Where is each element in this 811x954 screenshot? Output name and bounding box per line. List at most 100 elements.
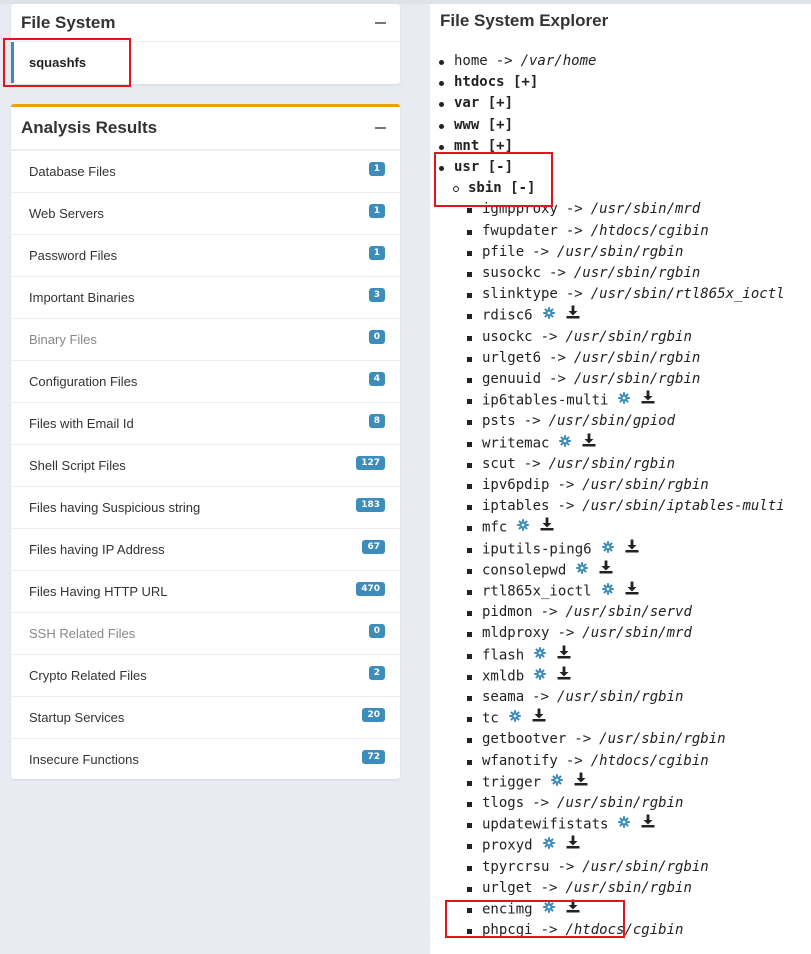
tree-file-item[interactable]: phpcgi -> /htdocs/cgibin — [467, 920, 683, 941]
tree-file-item[interactable]: iputils-ping6 — [467, 539, 639, 560]
collapse-icon[interactable] — [375, 21, 386, 24]
tree-file-item[interactable]: igmpproxy -> /usr/sbin/mrd — [467, 199, 700, 220]
tree-file-item[interactable]: urlget -> /usr/sbin/rgbin — [467, 878, 692, 899]
file-system-item-squashfs[interactable]: squashfs — [11, 42, 400, 83]
download-icon[interactable] — [532, 708, 546, 729]
bullet — [467, 696, 472, 701]
analysis-row[interactable]: Web Servers 1 — [11, 192, 400, 234]
tree-file-item[interactable]: iptables -> /usr/sbin/iptables-multi — [467, 496, 785, 517]
tree-file-item[interactable]: seama -> /usr/sbin/rgbin — [467, 687, 683, 708]
download-icon[interactable] — [574, 772, 588, 793]
tree-file-item[interactable]: updatewifistats — [467, 814, 655, 835]
gear-icon[interactable] — [542, 835, 555, 856]
tree-file-item[interactable]: rtl865x_ioctl — [467, 581, 639, 602]
analysis-row[interactable]: Files having Suspicious string 183 — [11, 486, 400, 528]
gear-icon[interactable] — [509, 708, 521, 729]
bullet — [467, 505, 472, 511]
analysis-row-label: Insecure Functions — [29, 752, 139, 767]
link-arrow: -> — [540, 879, 558, 896]
tree-file-item[interactable]: encimg — [467, 899, 580, 920]
analysis-row[interactable]: Crypto Related Files 2 — [11, 654, 400, 696]
analysis-row[interactable]: Insecure Functions 72 — [11, 738, 400, 780]
analysis-row[interactable]: Important Binaries 3 — [11, 276, 400, 318]
count-badge: 470 — [356, 581, 385, 596]
analysis-row[interactable]: Files with Email Id 8 — [11, 402, 400, 444]
collapse-icon[interactable] — [375, 127, 386, 129]
download-icon[interactable] — [557, 645, 571, 666]
download-icon[interactable] — [566, 899, 580, 920]
tree-dir-item[interactable]: usr [-] — [439, 157, 513, 178]
link-target: /usr/sbin/iptables-multi — [582, 498, 785, 515]
download-icon[interactable] — [566, 305, 580, 326]
tree-dir-item[interactable]: www [+] — [439, 115, 513, 136]
analysis-row[interactable]: Binary Files 0 — [11, 318, 400, 360]
link-target: /usr/sbin/servd — [565, 604, 692, 621]
tree-file-item[interactable]: scut -> /usr/sbin/rgbin — [467, 454, 675, 475]
link-target: /usr/sbin/rgbin — [573, 349, 701, 366]
gear-icon[interactable] — [601, 539, 614, 560]
tree-file-item[interactable]: pidmon -> /usr/sbin/servd — [467, 602, 692, 623]
tree-file-item[interactable]: xmldb — [467, 666, 571, 687]
gear-icon[interactable] — [551, 772, 563, 793]
analysis-row-label: Important Binaries — [29, 290, 135, 305]
analysis-row[interactable]: Configuration Files 4 — [11, 360, 400, 402]
tree-file-item[interactable]: rdisc6 — [467, 305, 580, 326]
download-icon[interactable] — [625, 581, 639, 602]
tree-file-item[interactable]: consolepwd — [467, 560, 613, 581]
tree-file-item[interactable]: tpyrcrsu -> /usr/sbin/rgbin — [467, 857, 709, 878]
analysis-row[interactable]: Password Files 1 — [11, 234, 400, 276]
tree-file-item[interactable]: usockc -> /usr/sbin/rgbin — [467, 327, 692, 348]
gear-icon[interactable] — [517, 517, 530, 538]
analysis-row[interactable]: Files Having HTTP URL 470 — [11, 570, 400, 612]
tree-file-item[interactable]: pfile -> /usr/sbin/rgbin — [467, 242, 683, 263]
download-icon[interactable] — [599, 560, 613, 581]
tree-file-item[interactable]: susockc -> /usr/sbin/rgbin — [467, 263, 700, 284]
tree-file-item[interactable]: getbootver -> /usr/sbin/rgbin — [467, 729, 726, 750]
gear-icon[interactable] — [576, 560, 589, 581]
gear-icon[interactable] — [618, 390, 631, 411]
tree-dir-item[interactable]: mnt [+] — [439, 136, 513, 157]
tree-file-item[interactable]: writemac — [467, 433, 596, 454]
link-arrow: -> — [557, 625, 575, 642]
tree-file-item[interactable]: tlogs -> /usr/sbin/rgbin — [467, 793, 683, 814]
gear-icon[interactable] — [601, 581, 614, 602]
gear-icon[interactable] — [542, 305, 555, 326]
gear-icon[interactable] — [618, 814, 631, 835]
tree-file-item[interactable]: wfanotify -> /htdocs/cgibin — [467, 751, 709, 772]
download-icon[interactable] — [540, 517, 554, 538]
analysis-row[interactable]: Files having IP Address 67 — [11, 528, 400, 570]
tree-file-item[interactable]: ip6tables-multi — [467, 390, 655, 411]
analysis-results-panel: Analysis Results Database Files 1 Web Serv… — [11, 104, 400, 779]
tree-dir-item[interactable]: htdocs [+] — [439, 72, 538, 93]
tree-file-item[interactable]: tc — [467, 708, 546, 729]
download-icon[interactable] — [625, 539, 639, 560]
tree-file-item[interactable]: genuuid -> /usr/sbin/rgbin — [467, 369, 700, 390]
tree-file-item[interactable]: fwupdater -> /htdocs/cgibin — [467, 221, 709, 242]
tree-file-item[interactable]: urlget6 -> /usr/sbin/rgbin — [467, 348, 701, 369]
tree-file-item[interactable]: psts -> /usr/sbin/gpiod — [467, 411, 675, 432]
tree-file-item[interactable]: proxyd — [467, 835, 580, 856]
analysis-row[interactable]: Database Files 1 — [11, 150, 400, 192]
tree-file-item[interactable]: slinktype -> /usr/sbin/rtl865x_ioctl — [467, 284, 785, 305]
analysis-row[interactable]: Startup Services 20 — [11, 696, 400, 738]
download-icon[interactable] — [566, 835, 580, 856]
gear-icon[interactable] — [559, 433, 572, 454]
tree-file-item[interactable]: mldproxy -> /usr/sbin/mrd — [467, 623, 692, 644]
tree-file-item[interactable]: trigger — [467, 772, 588, 793]
download-icon[interactable] — [557, 666, 571, 687]
tree-file-item[interactable]: flash — [467, 645, 571, 666]
tree-dir-item[interactable]: var [+] — [439, 93, 513, 114]
analysis-row[interactable]: Shell Script Files 127 — [11, 444, 400, 486]
analysis-row[interactable]: SSH Related Files 0 — [11, 612, 400, 654]
tree-dir-item[interactable]: home -> /var/home — [439, 51, 596, 72]
link-arrow: -> — [523, 413, 541, 430]
tree-file-item[interactable]: mfc — [467, 517, 554, 538]
download-icon[interactable] — [641, 390, 655, 411]
tree-subdir-sbin[interactable]: sbin [-] — [453, 178, 535, 199]
tree-file-item[interactable]: ipv6pdip -> /usr/sbin/rgbin — [467, 475, 709, 496]
gear-icon[interactable] — [542, 899, 555, 920]
gear-icon[interactable] — [534, 645, 546, 666]
download-icon[interactable] — [641, 814, 655, 835]
download-icon[interactable] — [582, 433, 596, 454]
gear-icon[interactable] — [534, 666, 546, 687]
